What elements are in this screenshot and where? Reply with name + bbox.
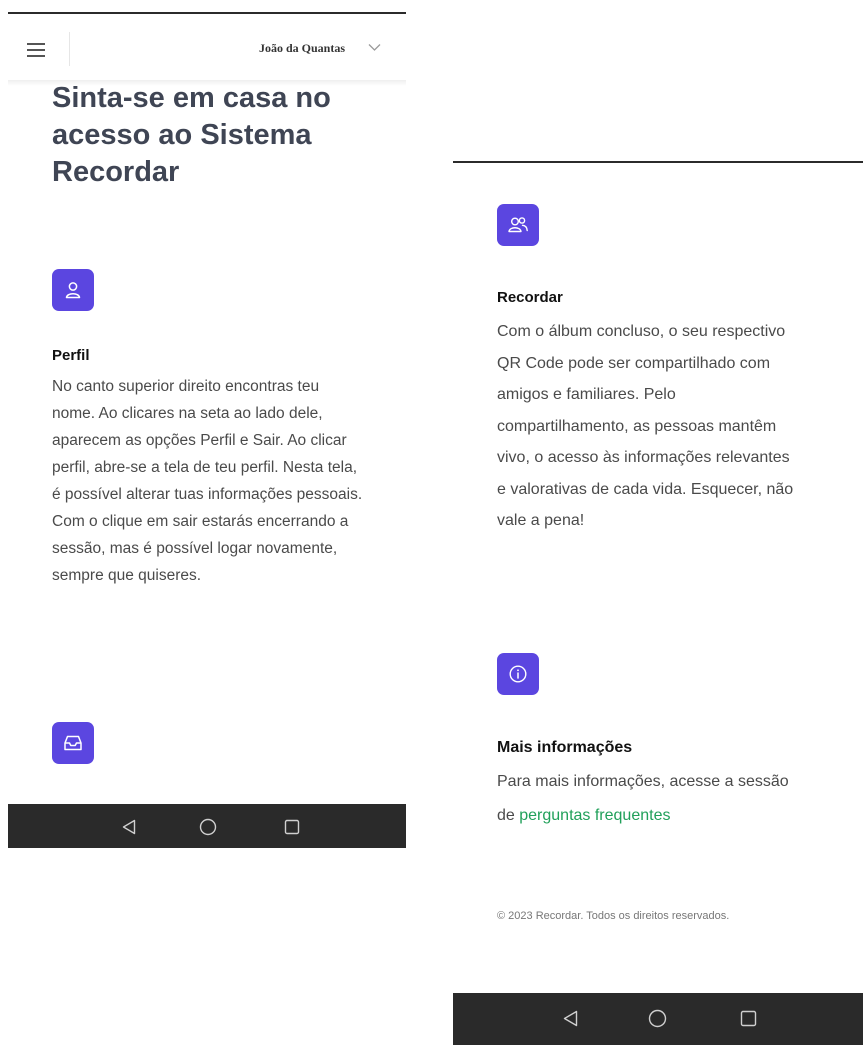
users-icon-tile <box>497 204 539 246</box>
next-section-title-cutoff <box>52 794 352 804</box>
home-circle-icon[interactable] <box>199 818 217 836</box>
back-triangle-icon[interactable] <box>563 1010 578 1027</box>
section-title-perfil: Perfil <box>52 347 90 364</box>
top-divider-left <box>8 12 406 14</box>
inbox-icon <box>64 735 82 751</box>
chevron-down-icon[interactable] <box>368 43 381 52</box>
top-divider-right <box>453 161 863 163</box>
header-separator <box>69 32 70 66</box>
user-icon-tile <box>52 269 94 311</box>
page-title: Sinta-se em casa no acesso ao Sistema Re… <box>52 82 331 188</box>
users-icon <box>508 217 528 233</box>
user-icon <box>65 282 81 299</box>
section-title-info: Mais informações <box>497 739 633 756</box>
inbox-icon-tile <box>52 722 94 764</box>
section-title-recordar: Recordar <box>497 289 563 306</box>
home-circle-icon[interactable] <box>648 1009 667 1028</box>
system-nav-bar-left <box>8 804 406 848</box>
info-icon-tile <box>497 653 539 695</box>
hamburger-icon[interactable] <box>27 43 45 57</box>
recents-square-icon[interactable] <box>284 819 300 835</box>
faq-link[interactable]: perguntas frequentes <box>519 807 670 824</box>
copyright-text: © 2023 Recordar. Todos os direitos reser… <box>497 910 730 922</box>
section-text-perfil: No canto superior direito encontras teu … <box>52 378 363 584</box>
info-icon <box>509 665 527 683</box>
back-triangle-icon[interactable] <box>122 819 136 835</box>
user-name[interactable]: João da Quantas <box>259 41 345 56</box>
recents-square-icon[interactable] <box>740 1010 757 1027</box>
section-text-recordar: Com o álbum concluso, o seu respectivo Q… <box>497 323 794 529</box>
system-nav-bar-right <box>453 993 863 1045</box>
section-text-info: Para mais informações, acesse a sessão d… <box>497 765 797 833</box>
